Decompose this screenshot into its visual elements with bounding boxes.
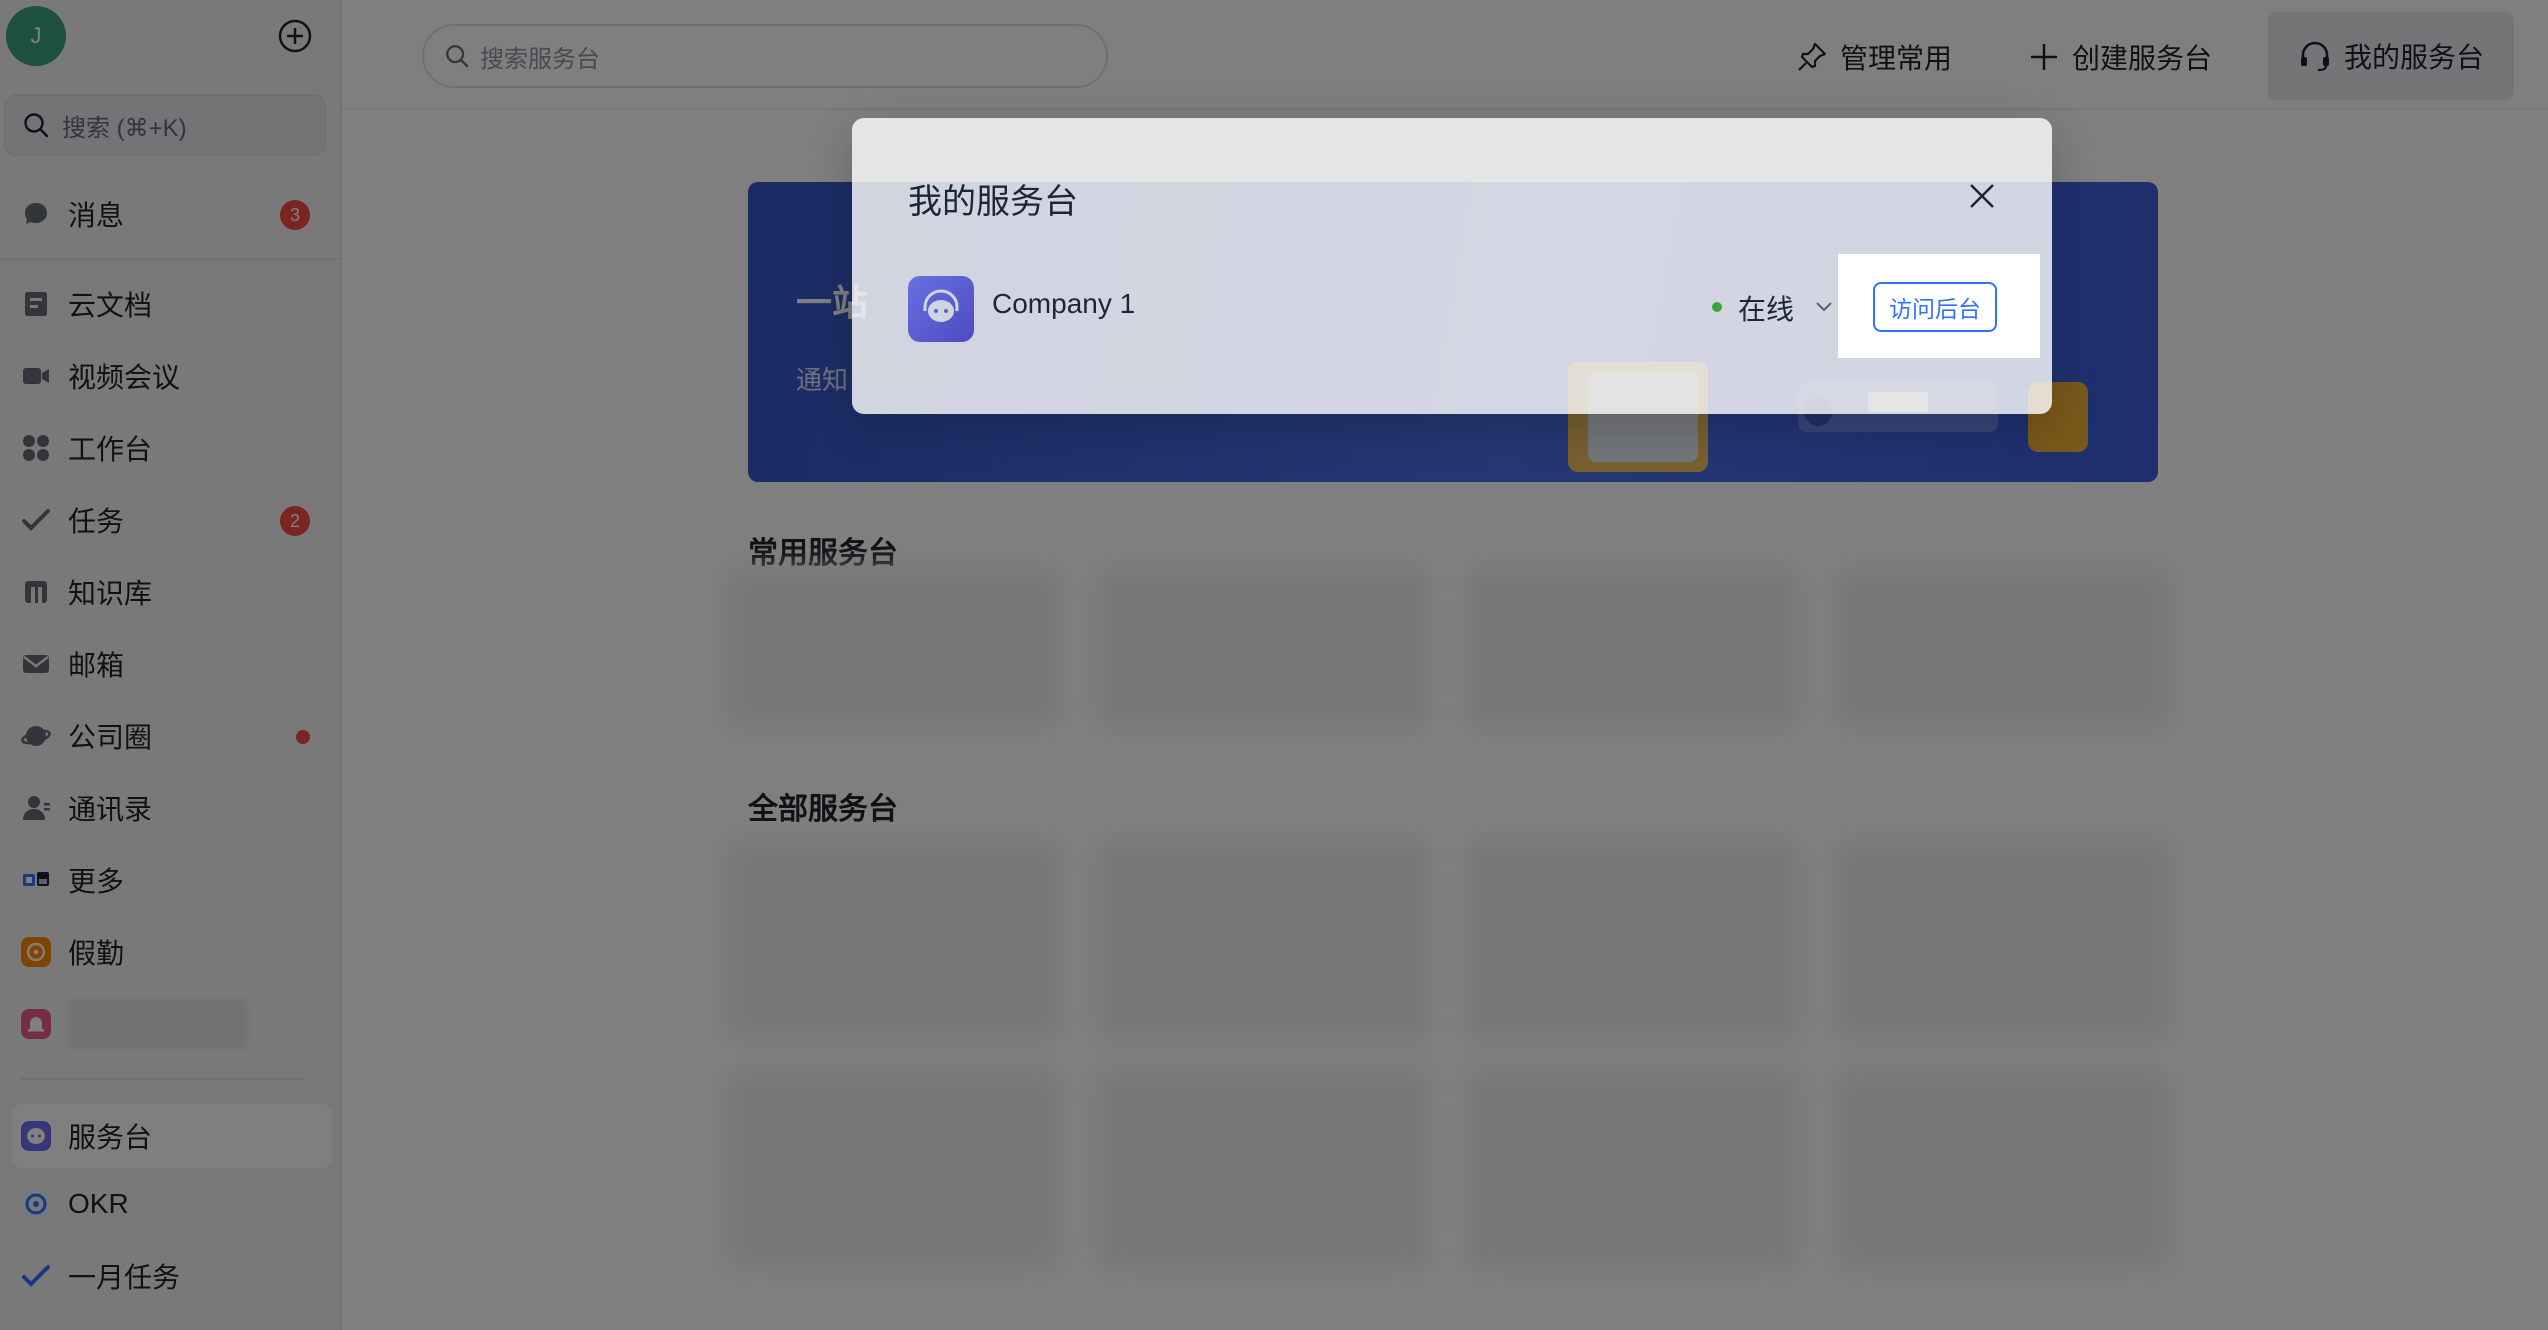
status-dropdown-label[interactable]: 在线 xyxy=(1738,288,1794,328)
service-desk-name: Company 1 xyxy=(992,288,1136,319)
visit-backend-highlight: 访问后台 xyxy=(1838,254,2040,358)
chevron-down-icon[interactable] xyxy=(1812,294,1836,318)
app-window: J 搜索 (⌘+K) 消息 3 云文档 视频会议 工作台 xyxy=(0,0,2548,1330)
close-icon[interactable] xyxy=(1960,174,2004,218)
online-status-dot xyxy=(1712,302,1722,312)
visit-backend-button[interactable]: 访问后台 xyxy=(1873,282,1997,332)
dialog-title: 我的服务台 xyxy=(908,183,1078,221)
service-desk-avatar-icon xyxy=(908,276,974,342)
